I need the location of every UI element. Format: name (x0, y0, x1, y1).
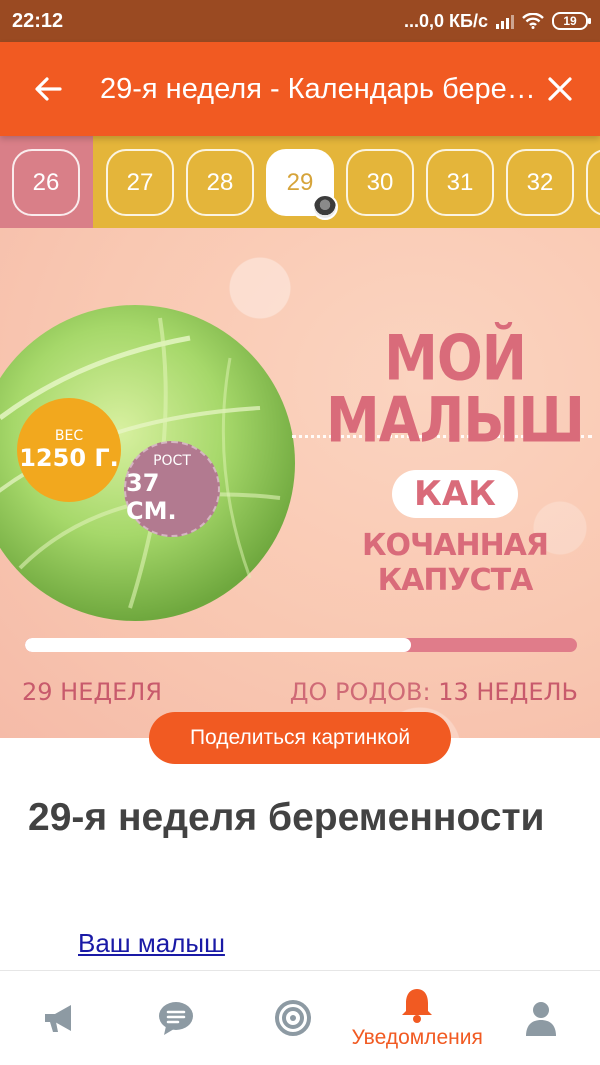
your-baby-link[interactable]: Ваш малыш (78, 928, 225, 959)
week-item-partial[interactable] (586, 149, 600, 216)
nav-item-news[interactable] (0, 971, 117, 1065)
status-time: 22:12 (12, 9, 64, 32)
status-indicators: ...0,0 КБ/с 19 (404, 10, 591, 32)
week-item[interactable]: 27 (106, 149, 174, 216)
headline-line1: МОЙ МАЛЫШ (325, 322, 585, 457)
week-item-current[interactable]: 29 (266, 149, 338, 220)
battery-icon: 19 (552, 12, 591, 30)
height-badge: РОСТ 37 СМ. (124, 441, 220, 537)
bottom-navigation: Уведомления (0, 970, 600, 1065)
battery-level: 19 (563, 14, 577, 28)
week-item[interactable]: 28 (186, 149, 254, 216)
week-selector: 26 27 28 29 30 31 32 (0, 136, 600, 228)
close-icon[interactable] (540, 69, 580, 109)
week-illustration: МОЙ МАЛЫШ КАК КОЧАННАЯ КАПУСТА ВЕС 1250 … (0, 228, 600, 738)
person-icon (526, 1002, 557, 1036)
target-icon (274, 1000, 311, 1036)
week-item[interactable]: 26 (12, 149, 80, 216)
status-bar: 22:12 ...0,0 КБ/с 19 (0, 0, 600, 42)
weight-value: 1250 Г. (19, 444, 119, 472)
headline: МОЙ МАЛЫШ КАК КОЧАННАЯ КАПУСТА (310, 327, 600, 598)
headline-kak: КАК (392, 470, 518, 518)
until-birth: ДО РОДОВ: 13 НЕДЕЛЬ (290, 678, 578, 706)
week-item[interactable]: 30 (346, 149, 414, 216)
megaphone-icon (44, 1005, 71, 1032)
share-image-button[interactable]: Поделиться картинкой (149, 712, 451, 764)
weight-label: ВЕС (54, 428, 84, 444)
nav-item-notifications[interactable]: Уведомления (352, 971, 483, 1065)
wifi-icon (522, 13, 544, 29)
nav-label-notifications: Уведомления (351, 1026, 483, 1049)
week-item[interactable]: 31 (426, 149, 494, 216)
until-birth-value: 13 НЕДЕЛЬ (438, 678, 578, 706)
back-arrow-icon[interactable] (30, 71, 66, 107)
weight-badge: ВЕС 1250 Г. (17, 398, 121, 502)
nav-item-chat[interactable] (117, 971, 234, 1065)
until-birth-label: ДО РОДОВ: (289, 678, 431, 706)
nav-item-profile[interactable] (483, 971, 600, 1065)
current-week-label: 29 НЕДЕЛЯ (22, 678, 163, 706)
network-speed: ...0,0 КБ/с (404, 10, 488, 31)
chat-icon (158, 1002, 193, 1035)
height-value: 37 СМ. (126, 469, 177, 525)
bell-icon (402, 989, 433, 1023)
page-title: 29-я неделя - Календарь беременности (100, 72, 540, 105)
progress-fill (25, 638, 412, 652)
app-bar: 29-я неделя - Календарь беременности (0, 42, 600, 136)
week-item[interactable]: 32 (506, 149, 574, 216)
nav-item-goals[interactable] (234, 971, 351, 1065)
avatar (312, 194, 338, 220)
article-title: 29-я неделя беременности (28, 796, 545, 839)
headline-line3: КОЧАННАЯ КАПУСТА (361, 528, 549, 598)
height-label: РОСТ (153, 453, 191, 469)
pregnancy-progress-bar (25, 638, 577, 652)
signal-icon (496, 13, 514, 29)
